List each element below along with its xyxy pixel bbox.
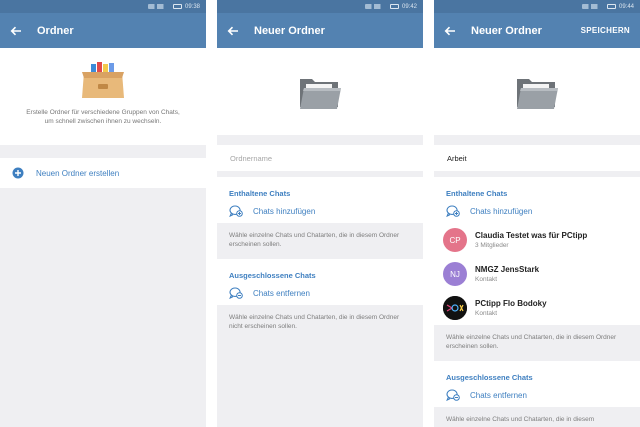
back-arrow-icon[interactable] [217, 26, 249, 36]
chat-subtitle: Kontakt [475, 310, 498, 317]
battery-icon [389, 4, 399, 9]
status-time: 09:42 [401, 3, 417, 10]
remove-chat-icon [446, 389, 460, 401]
included-chats-section: Enthaltene Chats Chats hinzufügen Wähle … [217, 177, 423, 259]
new-folder-screen: 09:42 Neuer Ordner Ordnername Enthaltene… [217, 0, 423, 427]
chat-name: Claudia Testet was für PCtipp [475, 231, 588, 240]
folders-screen: 09:38 Ordner Erstelle Ordner für verschi… [0, 0, 206, 427]
battery-icon [606, 4, 616, 9]
excluded-hint: Wähle einzelne Chats und Chatarten, die … [217, 305, 423, 341]
chat-name: PCtipp Flo Bodoky [475, 299, 547, 308]
signal-icon [581, 4, 604, 9]
plus-circle-icon [12, 167, 24, 179]
remove-chats-button[interactable]: Chats entfernen [217, 281, 423, 305]
folder-name-input[interactable]: Ordnername [217, 145, 423, 171]
back-arrow-icon[interactable] [434, 26, 466, 36]
remove-chats-label: Chats entfernen [470, 390, 527, 400]
intro-card: Erstelle Ordner für verschiedene Gruppen… [0, 48, 206, 145]
folder-illustration [217, 48, 423, 135]
folder-icon [300, 78, 341, 109]
signal-icon [147, 4, 170, 9]
included-chats-section: Enthaltene Chats Chats hinzufügen CP Cla… [434, 177, 640, 361]
chat-subtitle: 3 Mitglieder [475, 242, 509, 249]
back-arrow-icon[interactable] [0, 26, 32, 36]
avatar: CP [443, 228, 467, 252]
add-chats-button[interactable]: Chats hinzufügen [434, 199, 640, 223]
app-bar: Neuer Ordner [217, 13, 423, 48]
new-folder-filled-screen: 09:44 Neuer Ordner SPEICHERN Arbeit Enth… [434, 0, 640, 427]
folder-illustration [434, 48, 640, 135]
chat-item[interactable]: NJ NMGZ JensStark Kontakt [434, 257, 640, 291]
add-chats-label: Chats hinzufügen [253, 206, 316, 216]
app-bar: Ordner [0, 13, 206, 48]
folder-icon [517, 78, 558, 109]
add-chat-icon [229, 205, 243, 217]
excluded-chats-section: Ausgeschlossene Chats Chats entfernen Wä… [434, 361, 640, 427]
status-bar: 09:38 [0, 0, 206, 13]
page-title: Ordner [37, 24, 74, 37]
avatar-image-icon [443, 296, 467, 320]
remove-chats-button[interactable]: Chats entfernen [434, 383, 640, 407]
included-chats-title: Enthaltene Chats [446, 189, 508, 198]
included-hint: Wähle einzelne Chats und Chatarten, die … [434, 325, 640, 361]
status-bar: 09:44 [434, 0, 640, 13]
excluded-chats-section: Ausgeschlossene Chats Chats entfernen Wä… [217, 259, 423, 341]
excluded-hint: Wähle einzelne Chats und Chatarten, die … [434, 407, 640, 427]
chat-name: NMGZ JensStark [475, 265, 540, 274]
create-folder-button[interactable]: Neuen Ordner erstellen [0, 158, 206, 188]
status-time: 09:38 [184, 3, 200, 10]
add-chats-button[interactable]: Chats hinzufügen [217, 199, 423, 223]
filing-box-icon [82, 62, 124, 98]
app-bar: Neuer Ordner SPEICHERN [434, 13, 640, 48]
chat-item[interactable]: PCtipp Flo Bodoky Kontakt [434, 291, 640, 325]
add-chat-icon [446, 205, 460, 217]
excluded-chats-title: Ausgeschlossene Chats [229, 271, 316, 280]
page-title: Neuer Ordner [471, 24, 542, 37]
intro-text: Erstelle Ordner für verschiedene Gruppen… [26, 109, 180, 125]
remove-chats-label: Chats entfernen [253, 288, 310, 298]
status-bar: 09:42 [217, 0, 423, 13]
create-folder-label: Neuen Ordner erstellen [36, 168, 120, 178]
remove-chat-icon [229, 287, 243, 299]
status-time: 09:44 [618, 3, 634, 10]
excluded-chats-title: Ausgeschlossene Chats [446, 373, 533, 382]
included-chats-title: Enthaltene Chats [229, 189, 291, 198]
battery-icon [172, 4, 182, 9]
chat-item[interactable]: CP Claudia Testet was für PCtipp 3 Mitgl… [434, 223, 640, 257]
avatar-photo [443, 296, 467, 320]
avatar: NJ [443, 262, 467, 286]
page-title: Neuer Ordner [254, 24, 325, 37]
signal-icon [364, 4, 387, 9]
folder-name-placeholder: Ordnername [230, 153, 273, 163]
add-chats-label: Chats hinzufügen [470, 206, 533, 216]
folder-name-value: Arbeit [447, 153, 467, 163]
save-button[interactable]: SPEICHERN [581, 26, 630, 35]
folder-name-input[interactable]: Arbeit [434, 145, 640, 171]
included-hint: Wähle einzelne Chats und Chatarten, die … [217, 223, 423, 259]
chat-subtitle: Kontakt [475, 276, 498, 283]
